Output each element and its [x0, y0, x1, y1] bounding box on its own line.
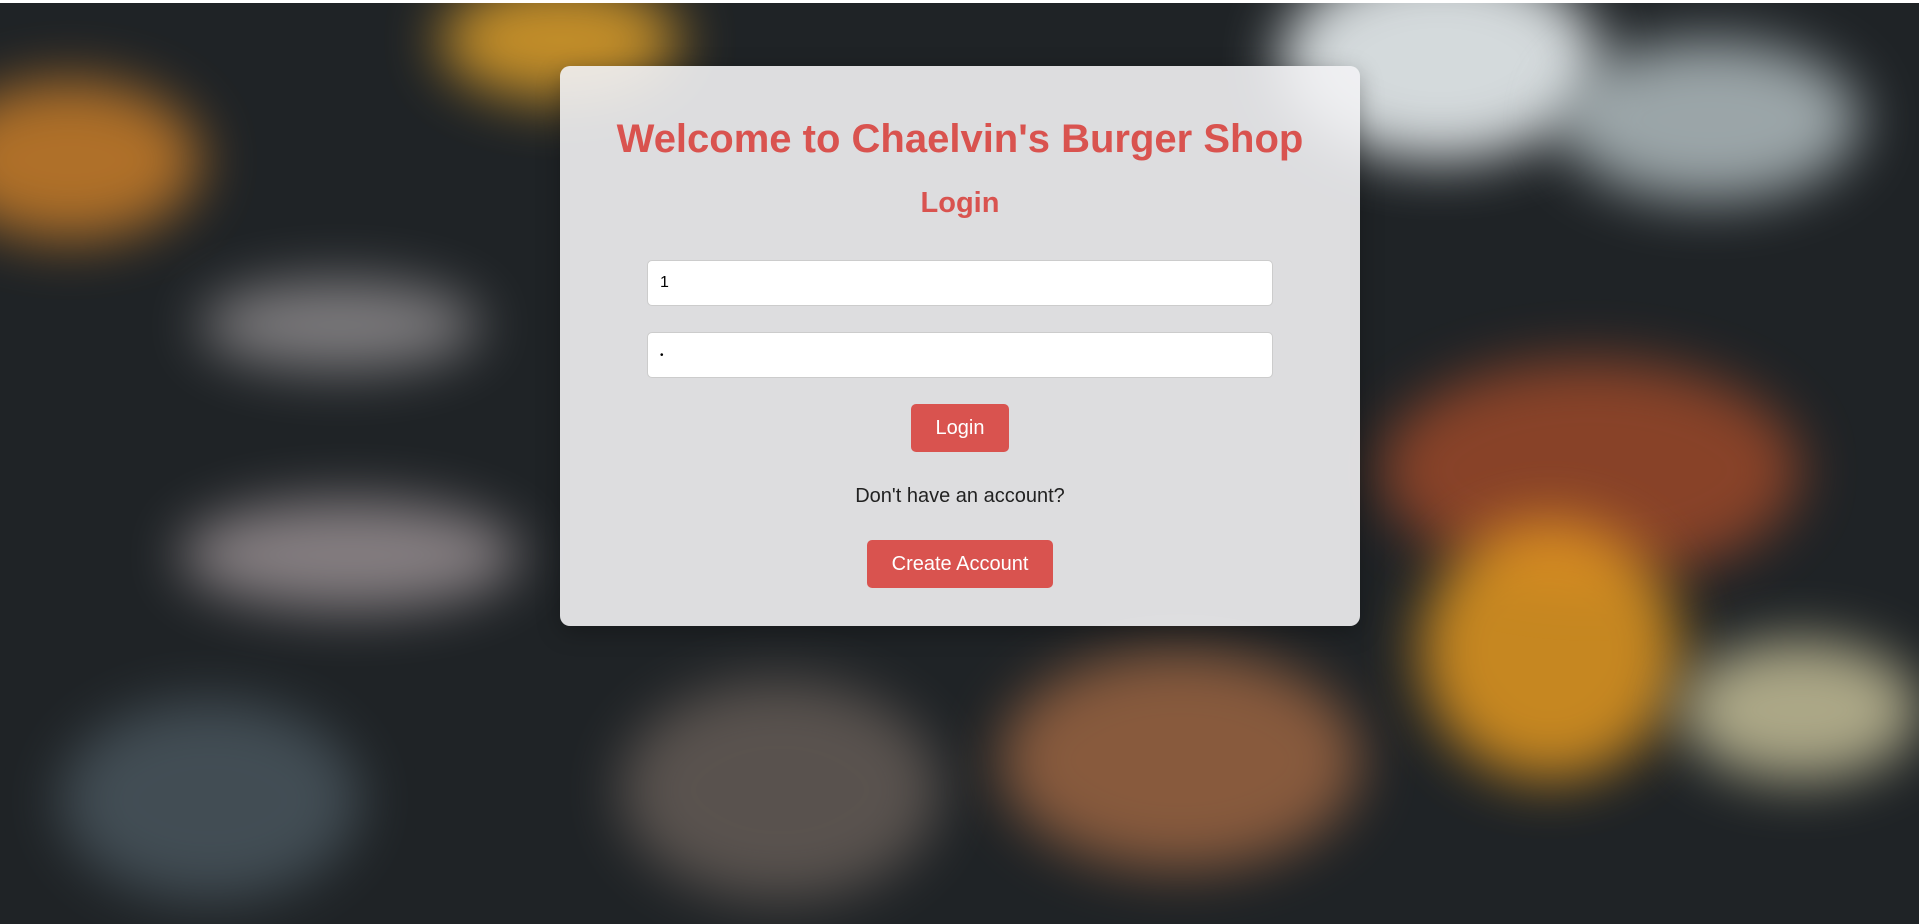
background-light-blob: [180, 500, 520, 610]
signup-prompt: Don't have an account?: [855, 485, 1065, 507]
login-heading: Login: [920, 187, 1000, 219]
background-light-blob: [1000, 650, 1360, 870]
background-light-blob: [0, 80, 200, 240]
background-light-blob: [1680, 640, 1919, 780]
background-light-blob: [200, 280, 480, 370]
create-account-button[interactable]: Create Account: [867, 540, 1053, 588]
login-button[interactable]: Login: [911, 404, 1009, 452]
page-title: Welcome to Chaelvin's Burger Shop: [616, 117, 1304, 161]
background-light-blob: [60, 700, 360, 900]
background-light-blob: [1560, 40, 1860, 200]
browser-top-edge: [0, 0, 1919, 3]
background-light-blob: [1420, 520, 1680, 780]
background-light-blob: [620, 680, 940, 900]
username-input[interactable]: [647, 260, 1273, 306]
password-input[interactable]: [647, 332, 1273, 378]
login-card: Welcome to Chaelvin's Burger Shop Login …: [560, 66, 1360, 626]
